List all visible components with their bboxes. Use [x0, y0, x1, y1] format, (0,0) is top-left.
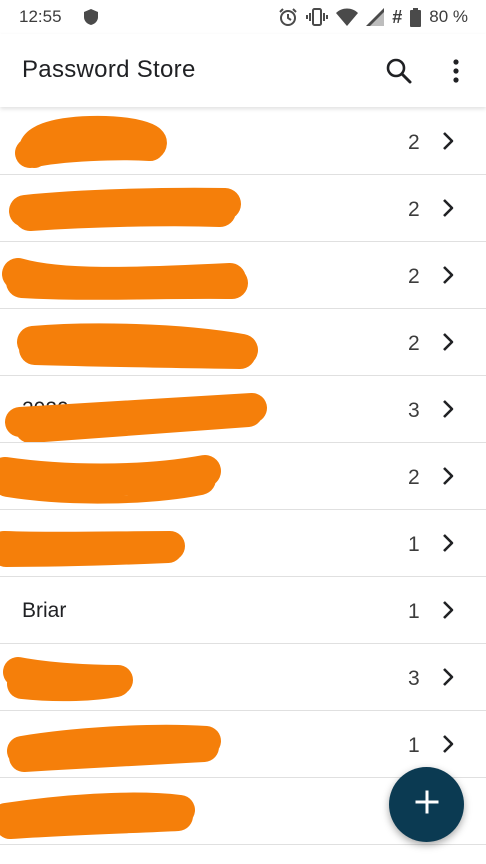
- list-item[interactable]: 1: [0, 711, 486, 778]
- chevron-right-icon: [439, 130, 459, 152]
- chevron-right-icon: [439, 532, 459, 554]
- list-item-count: 3: [408, 667, 420, 690]
- shield-icon: [84, 9, 98, 30]
- list-item[interactable]: 1: [0, 510, 486, 577]
- page-title: Password Store: [22, 56, 196, 83]
- list-item[interactable]: 2: [0, 175, 486, 242]
- list-item[interactable]: 1 2: [0, 108, 486, 175]
- list-item-count: 2: [408, 131, 420, 154]
- search-icon[interactable]: [384, 56, 414, 86]
- list-item[interactable]: 3: [0, 644, 486, 711]
- battery-icon: [410, 7, 422, 27]
- list-item[interactable]: 2020 3: [0, 376, 486, 443]
- list-item[interactable]: 2: [0, 309, 486, 376]
- chevron-right-icon: [439, 398, 459, 420]
- chevron-right-icon: [439, 331, 459, 353]
- chevron-right-icon: [439, 197, 459, 219]
- list-item-name: 1: [22, 800, 34, 823]
- list-item-count: 2: [408, 265, 420, 288]
- list-item-count: 1: [408, 533, 420, 556]
- chevron-right-icon: [439, 599, 459, 621]
- hash-indicator: #: [392, 7, 403, 27]
- list-item-count: 3: [408, 399, 420, 422]
- status-bar: 12:55 # 80 %: [0, 0, 486, 34]
- chevron-right-icon: [439, 733, 459, 755]
- add-button[interactable]: [389, 767, 464, 842]
- list-item-count: 1: [408, 734, 420, 757]
- list-item-name: Briar: [22, 599, 67, 622]
- app-bar: Password Store: [0, 34, 486, 107]
- list-item[interactable]: 2: [0, 242, 486, 309]
- status-icons: # 80 %: [278, 6, 468, 28]
- more-vert-icon[interactable]: [441, 56, 471, 86]
- list-item-name: 1: [22, 130, 34, 153]
- add-icon: [415, 790, 439, 819]
- battery-percent: 80 %: [429, 7, 468, 26]
- list-item[interactable]: Briar 1: [0, 577, 486, 644]
- list-item-count: 2: [408, 198, 420, 221]
- list-item-count: 2: [408, 332, 420, 355]
- list-item-count: 2: [408, 466, 420, 489]
- list-item-name: 2020: [22, 398, 69, 421]
- vibrate-icon: [306, 7, 329, 27]
- list-item-count: 1: [408, 600, 420, 623]
- chevron-right-icon: [439, 264, 459, 286]
- cell-signal-icon: [366, 8, 385, 26]
- list-item[interactable]: 2: [0, 443, 486, 510]
- alarm-icon: [278, 7, 298, 27]
- folder-list: 1 2 2 2 2 2020 3 2 1 Briar 1 3 1 1: [0, 108, 486, 845]
- chevron-right-icon: [439, 465, 459, 487]
- wifi-icon: [336, 8, 359, 26]
- chevron-right-icon: [439, 666, 459, 688]
- status-time: 12:55: [19, 7, 62, 26]
